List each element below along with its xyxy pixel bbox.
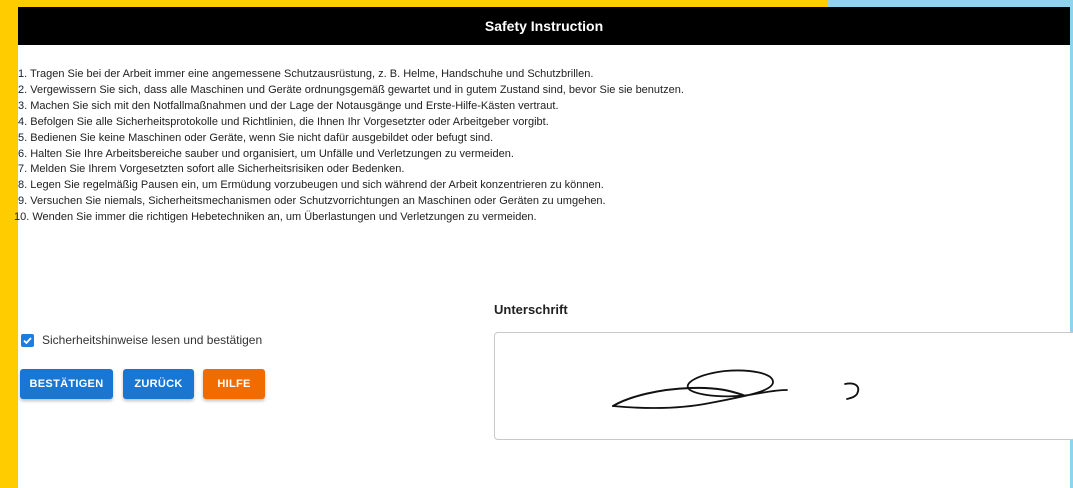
instruction-list: 1. Tragen Sie bei der Arbeit immer eine … — [14, 67, 684, 226]
main-content: 1. Tragen Sie bei der Arbeit immer eine … — [14, 45, 1073, 488]
page-title: Safety Instruction — [484, 18, 604, 34]
list-item: 4. Befolgen Sie alle Sicherheitsprotokol… — [18, 115, 549, 128]
list-item: 5. Bedienen Sie keine Maschinen oder Ger… — [18, 131, 494, 144]
checkmark-icon — [23, 336, 32, 344]
list-item: 8. Legen Sie regelmäßig Pausen ein, um E… — [18, 179, 604, 192]
signature-pad[interactable] — [494, 332, 1073, 440]
signature-label: Unterschrift — [494, 302, 568, 317]
yellow-frame-left — [0, 0, 18, 488]
acknowledge-checkbox-row[interactable]: Sicherheitshinweise lesen und bestätigen — [21, 333, 262, 347]
confirm-button[interactable]: BESTÄTIGEN — [20, 369, 113, 399]
blue-frame-top — [828, 0, 1073, 7]
title-bar: Safety Instruction — [18, 7, 1070, 45]
list-item: 2. Vergewissern Sie sich, dass alle Masc… — [18, 83, 684, 96]
list-item: 1. Tragen Sie bei der Arbeit immer eine … — [18, 68, 594, 80]
list-item: 7. Melden Sie Ihrem Vorgesetzten sofort … — [18, 163, 405, 176]
help-button[interactable]: HILFE — [203, 369, 265, 399]
list-item: 10. Wenden Sie immer die richtigen Hebet… — [14, 211, 537, 224]
acknowledge-checkbox-label: Sicherheitshinweise lesen und bestätigen — [42, 333, 263, 347]
signature-stroke — [612, 369, 860, 409]
acknowledge-checkbox[interactable] — [21, 333, 34, 347]
list-item: 6. Halten Sie Ihre Arbeitsbereiche saube… — [18, 147, 514, 160]
yellow-frame-top — [0, 0, 828, 7]
list-item: 3. Machen Sie sich mit den Notfallmaßnah… — [18, 99, 559, 112]
back-button[interactable]: ZURÜCK — [123, 369, 194, 399]
list-item: 9. Versuchen Sie niemals, Sicherheitsmec… — [18, 195, 606, 208]
